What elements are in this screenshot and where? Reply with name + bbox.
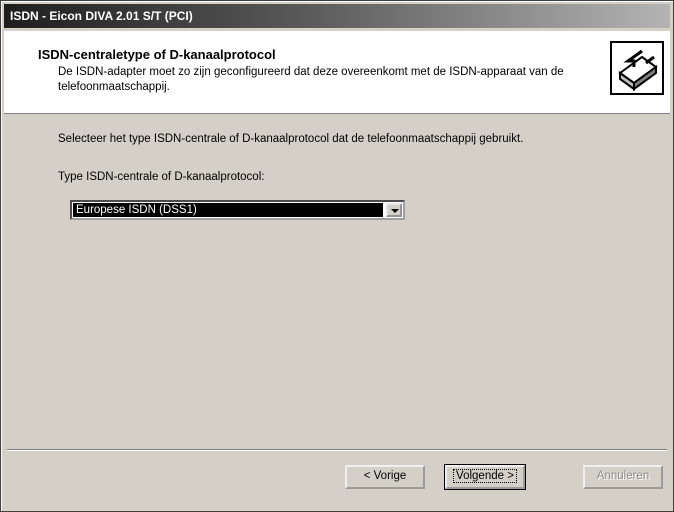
protocol-selected-value[interactable]: Europese ISDN (DSS1) [73,203,383,217]
wizard-window: ISDN - Eicon DIVA 2.01 S/T (PCI) ISDN-ce… [0,0,674,512]
next-button[interactable]: Volgende > [444,464,526,490]
cancel-button-label: Annuleren [596,470,650,482]
cancel-button[interactable]: Annuleren [583,465,663,489]
next-button-label: Volgende > [453,469,517,483]
back-button[interactable]: < Vorige [345,465,425,489]
instruction-text: Selecteer het type ISDN-centrale of D-ka… [58,133,524,145]
chevron-down-icon[interactable] [386,203,402,217]
window-title: ISDN - Eicon DIVA 2.01 S/T (PCI) [10,9,193,23]
page-title: ISDN-centraletype of D-kanaalprotocol [38,47,276,62]
title-bar[interactable]: ISDN - Eicon DIVA 2.01 S/T (PCI) [4,4,670,28]
network-adapter-icon [610,41,664,95]
back-button-label: < Vorige [363,470,407,482]
wizard-content: Selecteer het type ISDN-centrale of D-ka… [4,114,670,451]
button-separator [7,449,667,451]
protocol-label: Type ISDN-centrale of D-kanaalprotocol: [58,171,265,183]
protocol-dropdown[interactable]: Europese ISDN (DSS1) [70,200,405,220]
page-subtitle: De ISDN-adapter moet zo zijn geconfigure… [58,66,564,93]
wizard-header: ISDN-centraletype of D-kanaalprotocol De… [4,31,670,114]
